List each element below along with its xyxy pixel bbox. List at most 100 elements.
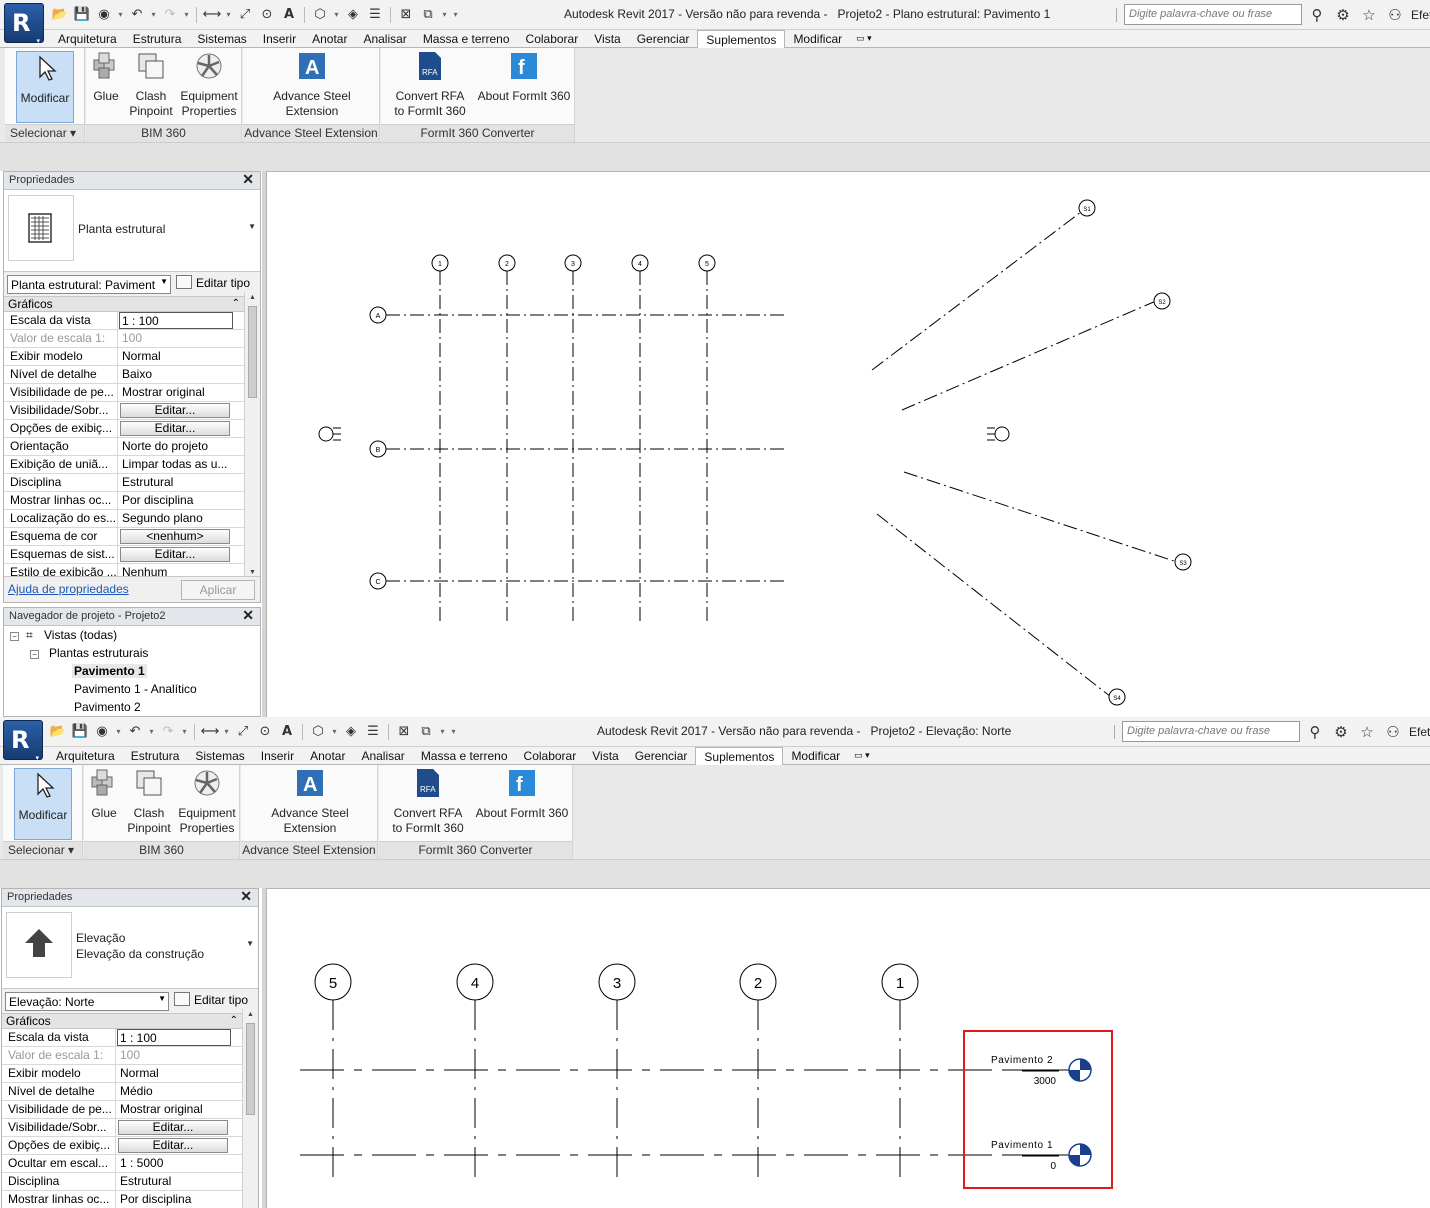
properties-help-link[interactable]: Ajuda de propriedades	[8, 582, 129, 596]
instance-filter-select[interactable]: Planta estrutural: Paviment ▼	[7, 275, 171, 294]
binoculars-icon[interactable]: ⚲	[1305, 722, 1325, 742]
save-icon[interactable]: 💾	[72, 5, 92, 25]
property-value[interactable]: Por disciplina	[118, 1191, 232, 1208]
undo-icon[interactable]: ↶	[127, 5, 147, 25]
property-row[interactable]: Exibir modelo Normal	[4, 348, 260, 366]
tab-vista[interactable]: Vista	[586, 30, 628, 48]
property-value[interactable]: Normal	[120, 348, 234, 365]
property-row[interactable]: Visibilidade de pe... Mostrar original	[2, 1101, 258, 1119]
property-row[interactable]: Mostrar linhas oc... Por disciplina	[4, 492, 260, 510]
property-value[interactable]: 100	[120, 330, 234, 347]
property-row[interactable]: Valor de escala 1: 100	[4, 330, 260, 348]
property-value[interactable]: Baixo	[120, 366, 234, 383]
customize-qat-icon[interactable]: ▾	[449, 722, 458, 742]
tab-inserir[interactable]: Inserir	[253, 747, 302, 765]
property-row[interactable]: Visibilidade de pe... Mostrar original	[4, 384, 260, 402]
property-row[interactable]: Ocultar em escal... 1 : 5000	[2, 1155, 258, 1173]
dropdown-icon[interactable]: ▾	[224, 5, 233, 25]
tree-views-all[interactable]: Vistas (todas)	[44, 628, 117, 642]
collapse-toggle[interactable]: −	[30, 650, 39, 659]
about-formit-button[interactable]: f About FormIt 360	[477, 50, 571, 122]
property-value[interactable]: Normal	[118, 1065, 232, 1082]
grid-label[interactable]: 2	[754, 975, 762, 992]
tab-sistemas[interactable]: Sistemas	[187, 747, 252, 765]
property-edit-button[interactable]: Editar...	[120, 547, 230, 562]
open-icon[interactable]: 📂	[48, 722, 68, 742]
modify-button[interactable]: Modificar	[16, 51, 74, 123]
property-row[interactable]: Disciplina Estrutural	[4, 474, 260, 492]
property-row[interactable]: Valor de escala 1: 100	[2, 1047, 258, 1065]
text-icon[interactable]: A	[279, 5, 299, 25]
text-icon[interactable]: A	[277, 722, 297, 742]
advance-steel-button[interactable]: A Advance Steel Extension	[269, 767, 351, 839]
property-value[interactable]: Norte do projeto	[120, 438, 234, 455]
tab-vista[interactable]: Vista	[584, 747, 626, 765]
search-input[interactable]: Digite palavra-chave ou frase	[1124, 4, 1302, 25]
tab-anotar[interactable]: Anotar	[302, 747, 353, 765]
property-row[interactable]: Visibilidade/Sobr... Editar...	[2, 1119, 258, 1137]
undo-icon[interactable]: ↶	[125, 722, 145, 742]
thin-lines-icon[interactable]: ☰	[365, 5, 385, 25]
sign-in-link[interactable]: Efetua	[1411, 8, 1430, 22]
tree-item-pavimento-2[interactable]: Pavimento 2	[74, 700, 141, 714]
dropdown-icon[interactable]: ▾	[114, 722, 123, 742]
convert-rfa-button[interactable]: RFA Convert RFA to FormIt 360	[391, 50, 469, 122]
tab-arquitetura[interactable]: Arquitetura	[50, 30, 125, 48]
tree-structural-plans[interactable]: Plantas estruturais	[49, 646, 148, 660]
sync-icon[interactable]: ◉	[94, 5, 114, 25]
graphics-group-header[interactable]: Gráficos ⌃	[2, 1013, 258, 1029]
select-dropdown[interactable]: Selecionar ▾	[5, 124, 84, 142]
property-row[interactable]: Escala da vista 1 : 100	[4, 312, 260, 330]
tab-anotar[interactable]: Anotar	[304, 30, 355, 48]
equipment-properties-button[interactable]: Equipment Properties	[178, 50, 240, 122]
tree-item-pavimento-1[interactable]: Pavimento 1	[72, 664, 147, 678]
switch-windows-icon[interactable]: ⧉	[418, 5, 438, 25]
close-icon[interactable]: ✕	[242, 171, 254, 188]
customize-qat-icon[interactable]: ▾	[451, 5, 460, 25]
section-label[interactable]: S4	[1113, 696, 1121, 702]
close-icon[interactable]: ✕	[240, 888, 252, 905]
property-value[interactable]: Estrutural	[120, 474, 234, 491]
property-value[interactable]: Estrutural	[118, 1173, 232, 1190]
property-row[interactable]: Esquemas de sist... Editar...	[4, 546, 260, 564]
tag-icon[interactable]: ⊙	[255, 722, 275, 742]
property-row[interactable]: Opções de exibiç... Editar...	[2, 1137, 258, 1155]
grid-label[interactable]: C	[375, 579, 380, 586]
elevation-marker-west[interactable]	[318, 426, 334, 442]
tab-arquitetura[interactable]: Arquitetura	[48, 747, 123, 765]
sign-in-link[interactable]: Efetua	[1409, 725, 1430, 739]
type-selector[interactable]: Planta estrutural ▼	[4, 190, 260, 272]
grid-label[interactable]: 2	[505, 261, 509, 268]
properties-scrollbar[interactable]: ▲ ▼	[244, 292, 260, 578]
edit-type-button[interactable]: Editar tipo	[174, 992, 248, 1007]
tree-item-pavimento-1-analitico[interactable]: Pavimento 1 - Analítico	[74, 682, 197, 696]
section-label[interactable]: S2	[1158, 300, 1166, 306]
property-row[interactable]: Esquema de cor <nenhum>	[4, 528, 260, 546]
tag-icon[interactable]: ⊙	[257, 5, 277, 25]
section-icon[interactable]: ◈	[341, 722, 361, 742]
property-row[interactable]: Exibir modelo Normal	[2, 1065, 258, 1083]
dropdown-icon[interactable]: ▾	[222, 722, 231, 742]
property-value[interactable]: Mostrar original	[118, 1101, 232, 1118]
structural-plan-drawing[interactable]: 1 2 3 4 5 A B C S1 S2 S3 S4	[267, 172, 1430, 717]
grid-label[interactable]: 5	[329, 975, 337, 992]
application-menu-button[interactable]: R ▾	[4, 3, 44, 45]
tab-analisar[interactable]: Analisar	[355, 30, 414, 48]
clash-pinpoint-button[interactable]: Clash Pinpoint	[126, 50, 176, 122]
section-icon[interactable]: ◈	[343, 5, 363, 25]
search-input[interactable]: Digite palavra-chave ou frase	[1122, 721, 1300, 742]
type-selector[interactable]: Elevação Elevação da construção ▼	[2, 907, 258, 989]
grid-label[interactable]: 1	[896, 975, 904, 992]
3d-view-icon[interactable]: ⬡	[308, 722, 328, 742]
grid-label[interactable]: 5	[705, 261, 709, 268]
grid-label[interactable]: A	[376, 313, 381, 320]
property-edit-button[interactable]: Editar...	[118, 1120, 228, 1135]
tab-colaborar[interactable]: Colaborar	[518, 30, 587, 48]
property-row[interactable]: Localização do es... Segundo plano	[4, 510, 260, 528]
tab-analisar[interactable]: Analisar	[353, 747, 412, 765]
drawing-area-elevation[interactable]: Pavimento 2 3000 Pavimento 1054321	[266, 888, 1430, 1208]
grid-label[interactable]: 1	[438, 261, 442, 268]
subscription-icon[interactable]: ⚙	[1333, 5, 1353, 25]
advance-steel-button[interactable]: A Advance Steel Extension	[271, 50, 353, 122]
instance-filter-select[interactable]: Elevação: Norte ▼	[5, 992, 169, 1011]
